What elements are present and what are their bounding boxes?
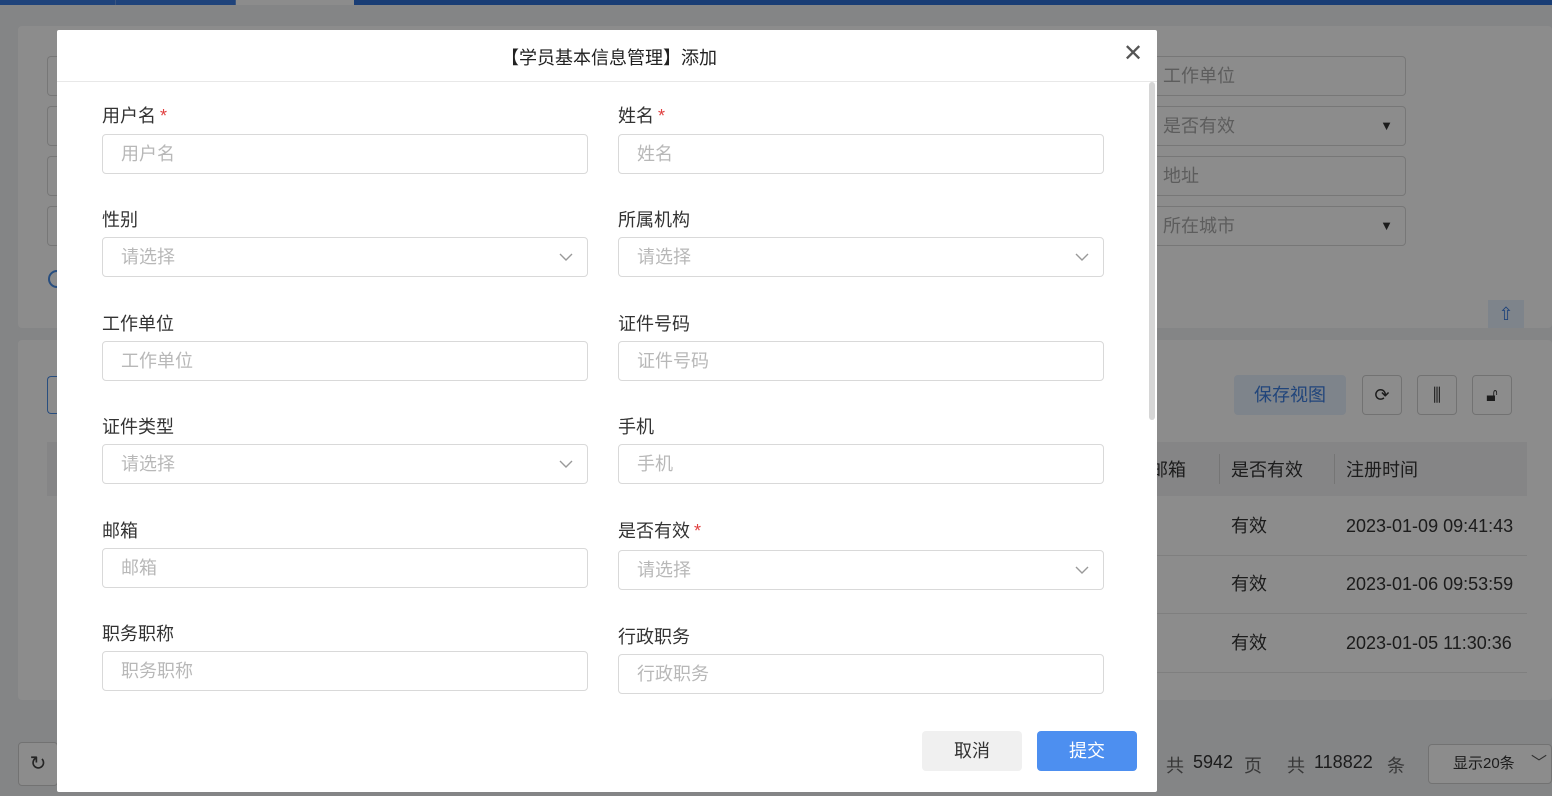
gender-placeholder: 请选择	[121, 247, 175, 267]
mobile-label: 手机	[618, 417, 654, 437]
required-mark: *	[658, 106, 666, 126]
chevron-down-icon	[1075, 566, 1089, 574]
name-label: 姓名 *	[618, 102, 665, 128]
name-input[interactable]	[618, 134, 1104, 174]
username-label-text: 用户名	[102, 106, 156, 126]
close-button[interactable]: ✕	[1121, 42, 1145, 66]
id-type-placeholder: 请选择	[121, 454, 175, 474]
admin-position-input[interactable]	[618, 654, 1104, 694]
is-valid-label-text: 是否有效	[618, 521, 690, 541]
submit-button[interactable]: 提交	[1037, 731, 1137, 771]
is-valid-label: 是否有效 *	[618, 517, 701, 543]
required-mark: *	[160, 106, 168, 126]
job-title-label: 职务职称	[102, 624, 174, 644]
organization-placeholder: 请选择	[637, 247, 691, 267]
work-unit-label: 工作单位	[102, 314, 174, 334]
required-mark: *	[694, 521, 702, 541]
close-icon: ✕	[1122, 40, 1144, 67]
mobile-input[interactable]	[618, 444, 1104, 484]
username-label: 用户名 *	[102, 102, 167, 128]
name-label-text: 姓名	[618, 106, 654, 126]
is-valid-select[interactable]: 请选择	[618, 550, 1104, 590]
email-label: 邮箱	[102, 521, 138, 541]
chevron-down-icon	[559, 253, 573, 261]
is-valid-placeholder: 请选择	[637, 560, 691, 580]
gender-label: 性别	[102, 210, 138, 230]
organization-select[interactable]: 请选择	[618, 237, 1104, 277]
chevron-down-icon	[1075, 253, 1089, 261]
id-number-label: 证件号码	[618, 314, 690, 334]
dialog-header: 【学员基本信息管理】添加 ✕	[57, 30, 1157, 82]
work-unit-input[interactable]	[102, 341, 588, 381]
admin-position-label: 行政职务	[618, 627, 690, 647]
dialog-scrollbar[interactable]	[1149, 82, 1155, 420]
id-number-input[interactable]	[618, 341, 1104, 381]
add-student-dialog: 【学员基本信息管理】添加 ✕ 用户名* 姓名* 性别 请选择 所属机构 请选择 …	[57, 30, 1157, 792]
gender-select[interactable]: 请选择	[102, 237, 588, 277]
email-input[interactable]	[102, 548, 588, 588]
job-title-input[interactable]	[102, 651, 588, 691]
id-type-select[interactable]: 请选择	[102, 444, 588, 484]
chevron-down-icon	[559, 460, 573, 468]
cancel-button[interactable]: 取消	[922, 731, 1022, 771]
dialog-title: 【学员基本信息管理】添加	[501, 48, 717, 68]
username-input[interactable]	[102, 134, 588, 174]
id-type-label: 证件类型	[102, 417, 174, 437]
organization-label: 所属机构	[618, 210, 690, 230]
